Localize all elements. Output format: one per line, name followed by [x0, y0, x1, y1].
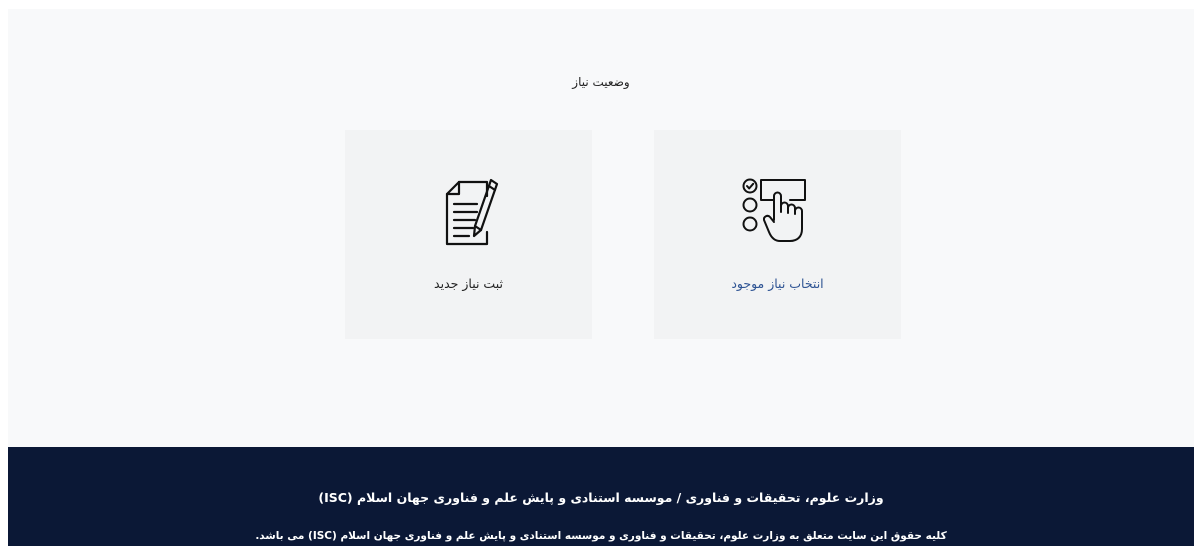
footer-organization: وزارت علوم، تحقیقات و فناوری / موسسه است…	[318, 490, 884, 505]
register-new-need-label: ثبت نیاز جدید	[434, 276, 503, 291]
document-pen-icon	[345, 172, 592, 252]
select-existing-need-label: انتخاب نیاز موجود	[731, 276, 824, 291]
main-content: وضعیت نیاز انتخاب نیاز موجود ثبت نیاز جد…	[8, 9, 1194, 447]
checklist-hand-pointer-icon	[654, 172, 901, 252]
register-new-need-card[interactable]: ثبت نیاز جدید	[345, 130, 592, 339]
footer-copyright: کلیه حقوق این سایت متعلق به وزارت علوم، …	[255, 530, 947, 542]
page-title: وضعیت نیاز	[572, 75, 630, 89]
footer: وزارت علوم، تحقیقات و فناوری / موسسه است…	[8, 447, 1194, 546]
select-existing-need-card[interactable]: انتخاب نیاز موجود	[654, 130, 901, 339]
